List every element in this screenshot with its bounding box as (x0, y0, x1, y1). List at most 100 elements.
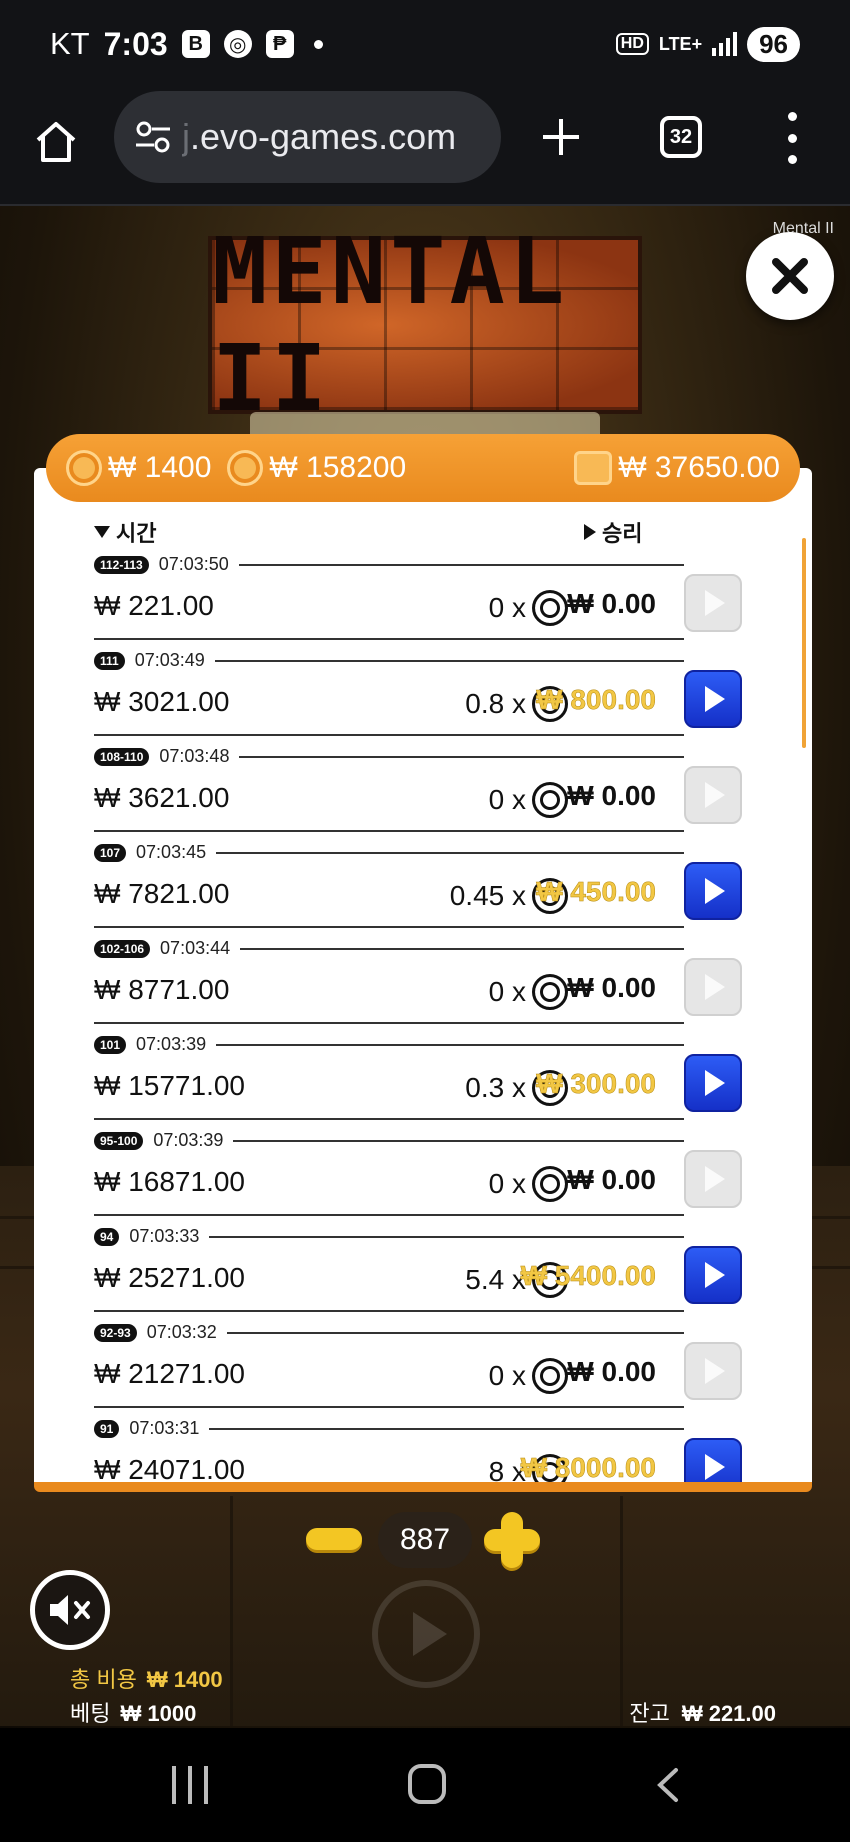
spin-button[interactable] (372, 1580, 480, 1688)
play-icon (705, 1262, 725, 1288)
replay-button[interactable] (684, 1246, 742, 1304)
row-meta: 95-100 07:03:39 (94, 1130, 684, 1151)
row-balance: ₩ 3621.00 (94, 782, 230, 813)
row-balance: ₩ 221.00 (94, 590, 214, 621)
row-time: 07:03:50 (158, 554, 229, 574)
play-icon (705, 1166, 725, 1192)
row-win: ₩ 0.00 (567, 972, 656, 1003)
replay-button[interactable] (684, 1438, 742, 1482)
replay-button[interactable] (684, 1150, 742, 1208)
row-time: 07:03:39 (153, 1130, 224, 1150)
play-icon (705, 1070, 725, 1096)
row-meta: 101 07:03:39 (94, 1034, 684, 1055)
new-tab-icon[interactable] (540, 116, 582, 158)
row-multiplier: 0 x (489, 1166, 568, 1202)
history-row: 112-113 07:03:50 ₩ 221.00 0 x ₩ 0.00 (94, 554, 794, 650)
round-badge: 94 (94, 1227, 120, 1246)
round-badge: 102-106 (94, 939, 151, 958)
sort-time-header[interactable]: 시간 (94, 516, 156, 548)
divider (94, 1118, 684, 1120)
replay-button[interactable] (684, 1054, 742, 1112)
row-multiplier: 0 x (489, 590, 568, 626)
row-balance: ₩ 15771.00 (94, 1070, 245, 1101)
row-meta: 107 07:03:45 (94, 842, 684, 863)
status-bar: KT 7:03 B ◎ ₱ HD LTE+ 96 (0, 0, 850, 88)
more-menu-icon[interactable] (782, 112, 802, 164)
divider (226, 1331, 684, 1334)
row-meta: 94 07:03:33 (94, 1226, 684, 1247)
win-column-label: 승리 (602, 521, 643, 546)
divider (214, 659, 684, 662)
recent-apps-button[interactable] (172, 1766, 208, 1804)
decrease-button[interactable] (306, 1528, 362, 1550)
b-app-icon: B (181, 30, 210, 58)
signal-icon (712, 32, 738, 56)
play-icon (705, 686, 725, 712)
close-icon (772, 258, 808, 294)
replay-button[interactable] (684, 670, 742, 728)
divider (94, 638, 684, 640)
replay-button[interactable] (684, 1342, 742, 1400)
row-win: ₩ 5400.00 (520, 1260, 656, 1292)
battery-indicator: 96 (747, 26, 800, 62)
row-time: 07:03:33 (129, 1226, 200, 1246)
time-column-label: 시간 (116, 521, 157, 546)
row-win: ₩ 0.00 (567, 1356, 656, 1387)
bet-label: 베팅 (70, 1701, 111, 1726)
round-badge: 101 (94, 1035, 127, 1054)
game-viewport: Mental II MENTAL II ₩ 1400 ₩ 158200 ₩ 37… (0, 206, 850, 1728)
row-meta: 102-106 07:03:44 (94, 938, 684, 959)
row-meta: 91 07:03:31 (94, 1418, 684, 1439)
round-badge: 91 (94, 1419, 120, 1438)
row-win: ₩ 300.00 (536, 1068, 656, 1100)
row-meta: 112-113 07:03:50 (94, 554, 684, 575)
history-header: ₩ 1400 ₩ 158200 ₩ 37650.00 (46, 434, 800, 502)
url-text: j.evo-games.com (182, 116, 457, 157)
total-cost: 총 비용 ₩ 1400 (70, 1662, 223, 1694)
row-balance: ₩ 8771.00 (94, 974, 230, 1005)
multiplier-value: 0.45 x (449, 880, 526, 911)
back-icon[interactable] (650, 1766, 688, 1804)
scrollbar[interactable] (802, 538, 806, 748)
play-icon (705, 878, 725, 904)
row-balance: ₩ 16871.00 (94, 1166, 245, 1197)
clock: 7:03 (103, 25, 168, 62)
close-button[interactable] (746, 232, 834, 320)
address-bar[interactable]: j.evo-games.com (114, 91, 501, 183)
home-button[interactable] (408, 1764, 446, 1804)
balance-label: 잔고 (629, 1701, 670, 1726)
history-list[interactable]: 시간 승리 112-113 07:03:50 ₩ 221.00 0 x ₩ 0.00 11… (34, 468, 812, 1492)
increase-button[interactable] (484, 1512, 540, 1568)
wallet-balance: ₩ 37650.00 (574, 451, 780, 485)
play-icon (413, 1612, 447, 1656)
home-icon[interactable] (32, 118, 80, 166)
replay-button[interactable] (684, 766, 742, 824)
coin-icon (66, 450, 102, 486)
replay-button[interactable] (684, 574, 742, 632)
row-win: ₩ 0.00 (567, 588, 656, 619)
multiplier-value: 5.4 x (465, 1264, 526, 1295)
coin-total: ₩ 158200 (227, 450, 406, 486)
multiplier-value: 0 x (488, 592, 526, 623)
replay-button[interactable] (684, 958, 742, 1016)
bet-amount: 베팅 ₩ 1000 (70, 1696, 196, 1728)
row-win: ₩ 0.00 (567, 780, 656, 811)
round-badge: 111 (94, 651, 125, 670)
balance-value: ₩ 221.00 (681, 1701, 776, 1726)
round-badge: 95-100 (94, 1131, 144, 1150)
row-win: ₩ 8000.00 (520, 1452, 656, 1483)
divider (209, 1427, 684, 1430)
coin-total-value: ₩ 158200 (269, 451, 407, 484)
pay-icon: ₱ (265, 30, 294, 58)
mute-button[interactable] (30, 1570, 110, 1650)
row-win: ₩ 0.00 (567, 1164, 656, 1195)
play-icon (705, 782, 725, 808)
divider (233, 1139, 684, 1142)
site-settings-icon[interactable] (134, 120, 174, 154)
row-time: 07:03:31 (129, 1418, 200, 1438)
multiplier-value: 0.8 x (465, 688, 526, 719)
bet-value: ₩ 1000 (120, 1701, 197, 1726)
win-column-header[interactable]: 승리 (584, 516, 642, 548)
replay-button[interactable] (684, 862, 742, 920)
tab-switcher-button[interactable]: 32 (660, 116, 702, 158)
